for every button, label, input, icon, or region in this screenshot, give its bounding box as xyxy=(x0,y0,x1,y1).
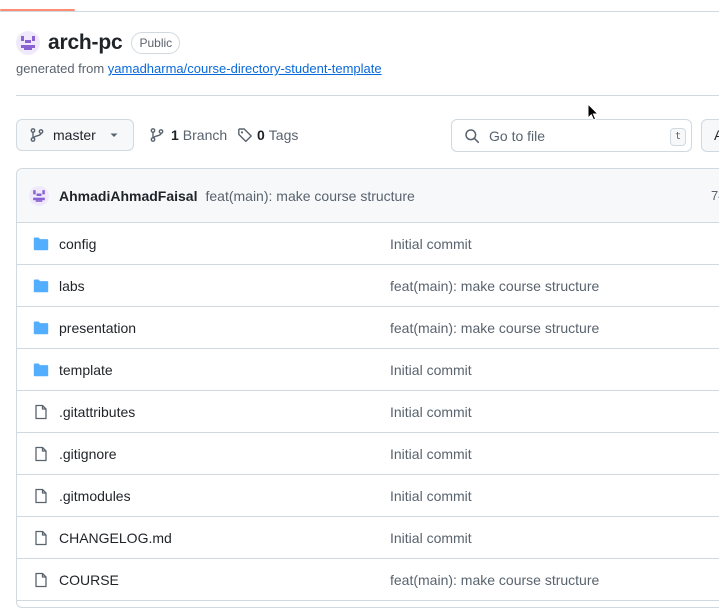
file-rows: config Initial commit labs feat(main): make… xyxy=(17,223,719,601)
tag-label: Tags xyxy=(268,127,299,143)
file-row[interactable]: config Initial commit xyxy=(17,223,719,265)
file-name-link[interactable]: COURSE xyxy=(59,572,119,588)
repo-name-link[interactable]: arch-pc xyxy=(48,31,123,55)
file-row[interactable]: template Initial commit xyxy=(17,349,719,391)
top-navigation-bar xyxy=(0,0,719,12)
branch-name: master xyxy=(53,127,96,143)
go-to-file-input[interactable] xyxy=(489,127,659,144)
file-row[interactable]: COURSE feat(main): make course structure xyxy=(17,559,719,601)
file-commit-message-link[interactable]: Initial commit xyxy=(390,236,472,252)
branch-label: Branch xyxy=(182,127,228,143)
latest-commit-bar: AhmadiAhmadFaisal feat(main): make cours… xyxy=(17,169,719,223)
visibility-badge: Public xyxy=(131,32,181,54)
folder-icon xyxy=(33,321,49,335)
file-name-link[interactable]: config xyxy=(59,236,96,252)
folder-icon xyxy=(33,237,49,251)
search-icon xyxy=(465,128,480,143)
generated-from-text: generated from yamadharma/course-directo… xyxy=(16,61,382,76)
file-icon xyxy=(35,404,47,420)
file-name-link[interactable]: labs xyxy=(59,278,85,294)
file-name-link[interactable]: presentation xyxy=(59,320,136,336)
file-name-link[interactable]: .gitattributes xyxy=(59,404,135,420)
folder-icon xyxy=(33,363,49,377)
file-commit-message-link[interactable]: feat(main): make course structure xyxy=(390,278,599,294)
file-icon xyxy=(35,446,47,462)
owner-avatar[interactable] xyxy=(16,31,40,55)
identicon-icon xyxy=(29,185,49,206)
commit-message-link[interactable]: feat(main): make course structure xyxy=(205,188,414,204)
file-row[interactable]: .gitmodules Initial commit xyxy=(17,475,719,517)
generated-from-label: generated from xyxy=(16,61,108,76)
file-commit-message-link[interactable]: feat(main): make course structure xyxy=(390,320,599,336)
commit-hash-link[interactable]: 74 xyxy=(711,188,719,203)
caret-down-icon xyxy=(110,133,118,137)
file-commit-message-link[interactable]: Initial commit xyxy=(390,530,472,546)
file-row[interactable]: CHANGELOG.md Initial commit xyxy=(17,517,719,559)
file-row[interactable]: labs feat(main): make course structure xyxy=(17,265,719,307)
commit-author-avatar[interactable] xyxy=(29,185,49,206)
file-icon xyxy=(35,572,47,588)
file-name-link[interactable]: .gitignore xyxy=(59,446,117,462)
file-row[interactable]: .gitignore Initial commit xyxy=(17,433,719,475)
file-row[interactable]: .gitattributes Initial commit xyxy=(17,391,719,433)
file-icon xyxy=(35,488,47,504)
tags-link[interactable]: 0 Tags xyxy=(237,119,298,151)
tag-icon xyxy=(238,128,252,143)
file-commit-message-link[interactable]: Initial commit xyxy=(390,362,472,378)
commit-author-link[interactable]: AhmadiAhmadFaisal xyxy=(59,188,197,204)
repo-header: arch-pc Public xyxy=(16,30,181,56)
git-branch-icon xyxy=(150,128,164,142)
file-commit-message-link[interactable]: Initial commit xyxy=(390,488,472,504)
keyboard-shortcut-hint: t xyxy=(670,128,686,146)
tag-count: 0 xyxy=(257,127,265,143)
file-listing: AhmadiAhmadFaisal feat(main): make cours… xyxy=(16,168,719,608)
header-divider xyxy=(16,95,719,96)
branch-count: 1 xyxy=(171,127,179,143)
git-branch-icon xyxy=(30,128,44,142)
file-name-link[interactable]: template xyxy=(59,362,113,378)
branch-selector-button[interactable]: master xyxy=(16,119,134,151)
add-file-button[interactable]: A xyxy=(701,119,719,152)
branches-link[interactable]: 1 Branch xyxy=(149,119,227,151)
file-name-link[interactable]: CHANGELOG.md xyxy=(59,530,172,546)
identicon-icon xyxy=(16,31,40,55)
folder-icon xyxy=(33,279,49,293)
file-commit-message-link[interactable]: Initial commit xyxy=(390,404,472,420)
file-name-link[interactable]: .gitmodules xyxy=(59,488,131,504)
file-commit-message-link[interactable]: feat(main): make course structure xyxy=(390,572,599,588)
go-to-file-search[interactable]: t xyxy=(451,119,692,152)
active-tab-underline xyxy=(0,9,75,11)
template-repo-link[interactable]: yamadharma/course-directory-student-temp… xyxy=(108,61,382,76)
file-row[interactable]: presentation feat(main): make course stru… xyxy=(17,307,719,349)
mouse-cursor-icon xyxy=(587,103,599,121)
file-commit-message-link[interactable]: Initial commit xyxy=(390,446,472,462)
file-icon xyxy=(35,530,47,546)
